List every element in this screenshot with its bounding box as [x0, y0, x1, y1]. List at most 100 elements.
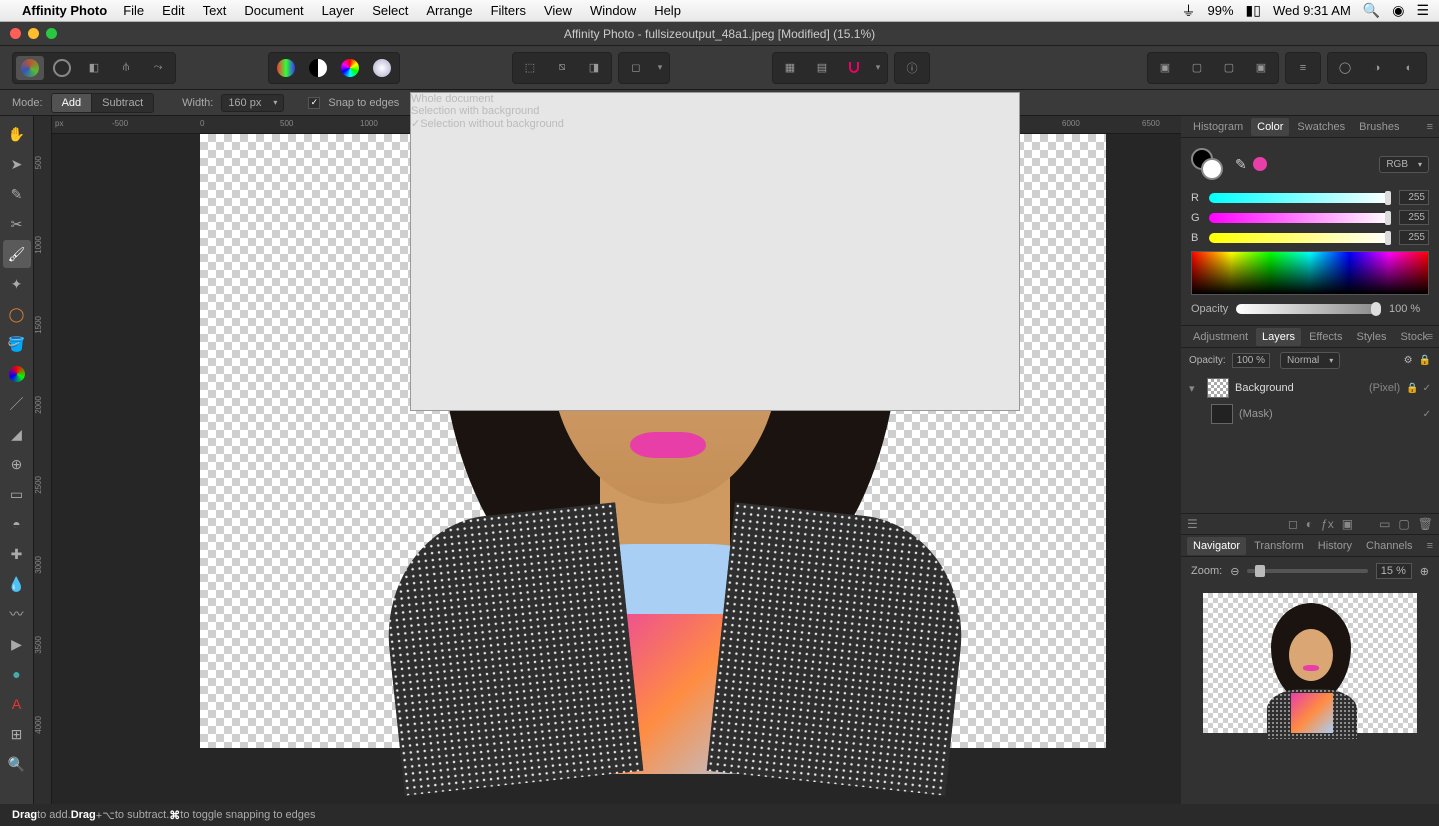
- crop-layer-icon[interactable]: ▣: [1342, 517, 1353, 531]
- navigator-thumbnail[interactable]: [1203, 593, 1417, 733]
- menu-arrange[interactable]: Arrange: [426, 3, 472, 18]
- dodge-tool-icon[interactable]: ◓: [3, 510, 31, 538]
- zoom-value[interactable]: 15 %: [1376, 563, 1412, 579]
- layer-row-mask[interactable]: (Mask) ✓: [1187, 401, 1433, 427]
- spotlight-icon[interactable]: 🔍: [1363, 2, 1380, 19]
- adjustment-icon[interactable]: ◐: [1306, 517, 1313, 531]
- order-backone-icon[interactable]: ▢: [1183, 56, 1211, 80]
- app-name[interactable]: Affinity Photo: [22, 3, 107, 18]
- panel-menu-icon[interactable]: ≡: [1427, 121, 1433, 133]
- align-icon[interactable]: ≡: [1289, 56, 1317, 80]
- quickmask-icon[interactable]: ◻: [622, 56, 650, 80]
- autolevels-icon[interactable]: [272, 56, 300, 80]
- tab-histogram[interactable]: Histogram: [1187, 118, 1249, 136]
- snapping-icon[interactable]: [840, 56, 868, 80]
- order-front-icon[interactable]: ▣: [1247, 56, 1275, 80]
- layers-stack-icon[interactable]: ☰: [1187, 517, 1198, 531]
- tab-history[interactable]: History: [1312, 537, 1358, 555]
- tab-navigator[interactable]: Navigator: [1187, 537, 1246, 555]
- layer-row-background[interactable]: ▾ Background (Pixel) 🔒✓: [1187, 375, 1433, 401]
- value-b[interactable]: 255: [1399, 230, 1429, 245]
- tab-adjustment[interactable]: Adjustment: [1187, 328, 1254, 346]
- erase-tool-icon[interactable]: ◢: [3, 420, 31, 448]
- selection-marquee-icon[interactable]: ⬚: [516, 56, 544, 80]
- slider-b[interactable]: [1209, 233, 1391, 243]
- photo-persona-icon[interactable]: [16, 56, 44, 80]
- inpaint-tool-icon[interactable]: ▭: [3, 480, 31, 508]
- gear-icon[interactable]: ⚙: [1404, 355, 1413, 366]
- menu-edit[interactable]: Edit: [162, 3, 184, 18]
- boolean-subtract-icon[interactable]: ◑: [1363, 56, 1391, 80]
- tab-effects[interactable]: Effects: [1303, 328, 1348, 346]
- area-opt-withbg[interactable]: Selection with background: [411, 105, 1019, 117]
- minimize-window-button[interactable]: [28, 28, 39, 39]
- tab-brushes[interactable]: Brushes: [1353, 118, 1405, 136]
- flood-select-tool-icon[interactable]: ✦: [3, 270, 31, 298]
- zoom-tool-icon[interactable]: 🔍: [3, 750, 31, 778]
- maximize-window-button[interactable]: [46, 28, 57, 39]
- add-layer-icon[interactable]: ▢: [1398, 517, 1409, 531]
- selection-brush-tool-icon[interactable]: 🖌: [3, 240, 31, 268]
- layer-lock-icon[interactable]: 🔒: [1406, 383, 1418, 394]
- develop-persona-icon[interactable]: ◧: [80, 56, 108, 80]
- clone-tool-icon[interactable]: ⊕: [3, 450, 31, 478]
- delete-layer-icon[interactable]: 🗑: [1418, 517, 1433, 531]
- smudge-tool-icon[interactable]: 〰: [3, 600, 31, 628]
- boolean-intersect-icon[interactable]: ◐: [1395, 56, 1423, 80]
- quickmask-caret-icon[interactable]: ▾: [654, 56, 666, 80]
- arrange-align-icon[interactable]: ▤: [808, 56, 836, 80]
- width-input[interactable]: 160 px▾: [221, 94, 284, 112]
- text-tool-icon[interactable]: A: [3, 690, 31, 718]
- value-r[interactable]: 255: [1399, 190, 1429, 205]
- fx-icon[interactable]: ƒx: [1321, 517, 1334, 531]
- color-mode-select[interactable]: RGB▾: [1379, 156, 1429, 173]
- move-tool-icon[interactable]: ➤: [3, 150, 31, 178]
- slider-r[interactable]: [1209, 193, 1391, 203]
- layers-panel-menu-icon[interactable]: ≡: [1427, 331, 1433, 343]
- tab-layers[interactable]: Layers: [1256, 328, 1301, 346]
- zoom-in-button[interactable]: ⊕: [1420, 565, 1429, 578]
- paintbucket-tool-icon[interactable]: 🪣: [3, 330, 31, 358]
- eyedropper-icon[interactable]: ✎: [1235, 156, 1247, 173]
- lock-icon[interactable]: 🔒: [1419, 355, 1431, 366]
- menu-layer[interactable]: Layer: [322, 3, 355, 18]
- menu-extras-icon[interactable]: ☰: [1416, 2, 1429, 19]
- selection-invert-icon[interactable]: ◨: [580, 56, 608, 80]
- menu-select[interactable]: Select: [372, 3, 408, 18]
- mask-icon[interactable]: ◻: [1288, 517, 1298, 531]
- tone-persona-icon[interactable]: ⫛: [112, 56, 140, 80]
- zoom-slider[interactable]: [1247, 569, 1367, 573]
- pen-tool-icon[interactable]: ▶: [3, 630, 31, 658]
- mesh-tool-icon[interactable]: ⊞: [3, 720, 31, 748]
- group-icon[interactable]: ▭: [1379, 517, 1390, 531]
- boolean-add-icon[interactable]: ◯: [1331, 56, 1359, 80]
- snap-checkbox[interactable]: ✓: [308, 97, 320, 109]
- area-opt-withoutbg[interactable]: ✓Selection without background: [411, 117, 1019, 130]
- close-window-button[interactable]: [10, 28, 21, 39]
- liquify-persona-icon[interactable]: [48, 56, 76, 80]
- mode-subtract-button[interactable]: Subtract: [92, 93, 154, 113]
- gradient-tool-icon[interactable]: [3, 360, 31, 388]
- freehand-select-tool-icon[interactable]: ◯: [3, 300, 31, 328]
- menu-view[interactable]: View: [544, 3, 572, 18]
- slider-g[interactable]: [1209, 213, 1391, 223]
- menu-document[interactable]: Document: [244, 3, 303, 18]
- opacity-value[interactable]: 100 %: [1389, 303, 1429, 315]
- healing-tool-icon[interactable]: ✚: [3, 540, 31, 568]
- crop-tool-icon[interactable]: ✂: [3, 210, 31, 238]
- autocontrast-icon[interactable]: [304, 56, 332, 80]
- area-opt-whole[interactable]: Whole document: [411, 93, 1019, 105]
- blur-tool-icon[interactable]: 💧: [3, 570, 31, 598]
- layer-visible-checkbox[interactable]: ✓: [1423, 383, 1431, 394]
- nav-panel-menu-icon[interactable]: ≡: [1427, 540, 1433, 552]
- layer-opacity-input[interactable]: 100 %: [1232, 353, 1270, 368]
- order-frontone-icon[interactable]: ▢: [1215, 56, 1243, 80]
- autocolors-icon[interactable]: [336, 56, 364, 80]
- menu-file[interactable]: File: [123, 3, 144, 18]
- tab-styles[interactable]: Styles: [1351, 328, 1393, 346]
- battery-icon[interactable]: ▮▯: [1246, 2, 1261, 19]
- tab-transform[interactable]: Transform: [1248, 537, 1310, 555]
- value-g[interactable]: 255: [1399, 210, 1429, 225]
- autowb-icon[interactable]: [368, 56, 396, 80]
- order-back-icon[interactable]: ▣: [1151, 56, 1179, 80]
